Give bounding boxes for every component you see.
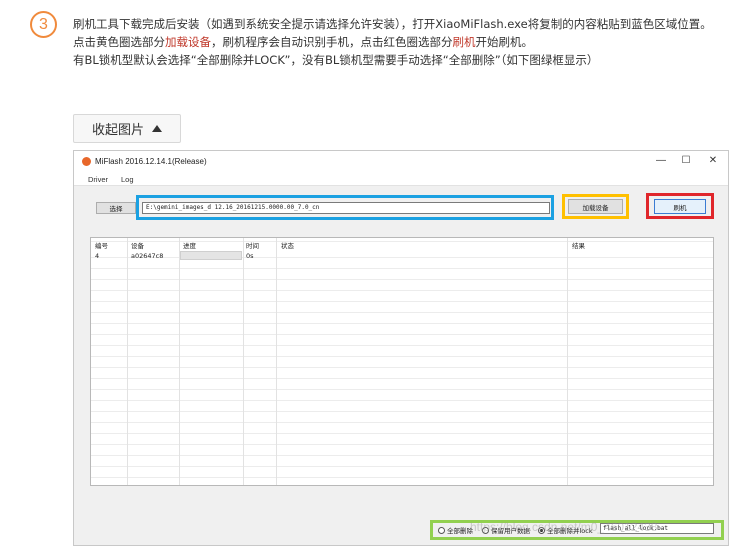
instruction-line-2: 点击黄色圈选部分加载设备，刷机程序会自动识别手机，点击红色圈选部分刷机开始刷机。	[73, 35, 533, 49]
maximize-button[interactable]: ☐	[674, 155, 698, 169]
row-device: a02647c8	[131, 252, 164, 260]
step-number-badge: 3	[30, 11, 57, 38]
header-progress: 进度	[183, 242, 196, 250]
menu-driver[interactable]: Driver	[88, 175, 108, 184]
blue-highlight-box	[136, 195, 554, 220]
row-id: 4	[95, 252, 100, 260]
header-device: 设备	[131, 242, 144, 250]
caret-up-icon	[152, 125, 162, 132]
device-table: 编号 设备 进度 时间 状态 结果 4 a02647c8 0s	[90, 237, 714, 486]
minimize-button[interactable]: —	[649, 155, 673, 169]
header-id: 编号	[95, 242, 108, 250]
row-progress-bar	[180, 251, 242, 260]
close-button[interactable]: ✕	[701, 155, 725, 169]
miflash-screenshot: MiFlash 2016.12.14.1(Release) — ☐ ✕ Driv…	[73, 150, 729, 546]
header-time: 时间	[246, 242, 259, 250]
flash-link: 刷机	[452, 35, 476, 49]
select-button[interactable]: 选择	[96, 202, 136, 214]
collapse-button-label: 收起图片	[91, 123, 144, 138]
yellow-highlight-box	[562, 194, 629, 219]
red-highlight-box	[646, 193, 714, 219]
row-time: 0s	[246, 252, 254, 260]
menu-bar: Driver Log	[74, 173, 728, 186]
menu-log[interactable]: Log	[121, 175, 134, 184]
header-status: 状态	[281, 242, 294, 250]
collapse-image-button[interactable]: 收起图片	[73, 114, 181, 143]
watermark-text: https://blog.csdn.net/m0_46012438	[470, 520, 658, 534]
window-titlebar: MiFlash 2016.12.14.1(Release) — ☐ ✕	[74, 151, 728, 173]
instruction-line-1: 刷机工具下载完成后安装（如遇到系统安全提示请选择允许安装），打开XiaoMiFl…	[73, 17, 712, 31]
window-title: MiFlash 2016.12.14.1(Release)	[95, 157, 207, 166]
header-result: 结果	[572, 242, 585, 250]
instruction-line-3: 有BL锁机型默认会选择“全部删除并LOCK”，没有BL锁机型需要手动选择“全部删…	[73, 53, 599, 67]
miflash-app-icon	[82, 157, 91, 166]
load-device-link: 加载设备	[165, 35, 211, 49]
instructions-text: 刷机工具下载完成后安装（如遇到系统安全提示请选择允许安装），打开XiaoMiFl…	[73, 15, 723, 69]
